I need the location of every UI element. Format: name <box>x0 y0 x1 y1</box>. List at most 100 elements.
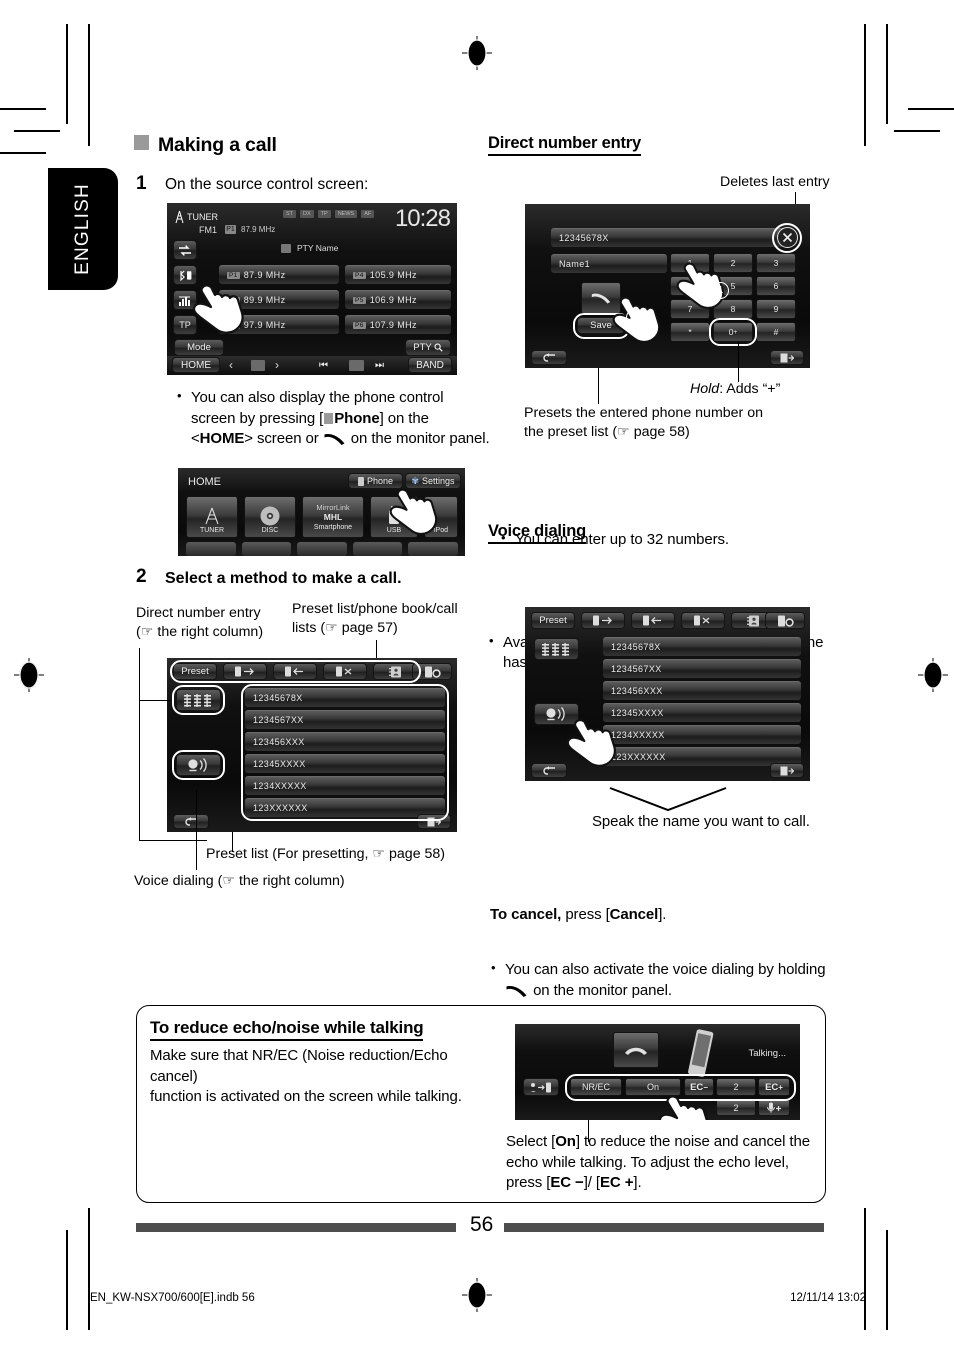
next-arrow-icon[interactable]: › <box>275 358 279 372</box>
pty-name: PTY Name <box>297 243 339 253</box>
preset-tab[interactable]: Preset <box>531 612 575 629</box>
list-item[interactable]: 12345678X <box>603 637 801 656</box>
list-item[interactable]: 1234XXXXX <box>245 776 445 795</box>
phone-control-screen[interactable]: Preset 12345678X 1234567XX 123456XXX 123… <box>167 658 457 832</box>
dialed-calls-tab[interactable] <box>581 612 625 629</box>
usb-icon <box>389 506 399 524</box>
band-button[interactable]: BAND <box>408 357 452 373</box>
received-calls-tab[interactable] <box>631 612 675 629</box>
save-button[interactable]: Save <box>577 317 625 334</box>
source-tuner[interactable]: TUNER <box>186 496 238 538</box>
mic-plus-button[interactable] <box>758 1099 790 1116</box>
back-button[interactable] <box>531 350 567 365</box>
voice-dialing-screen[interactable]: Preset 12345678X 1234567XX 123456XXX 123… <box>525 607 810 781</box>
preset-1[interactable]: P1 87.9 MHz <box>219 265 339 284</box>
phone-settings-button[interactable] <box>412 663 452 680</box>
list-item[interactable]: 1234567XX <box>245 710 445 729</box>
home-settings-button[interactable]: ✾ Settings <box>405 473 461 489</box>
source-usb[interactable]: USB <box>370 496 418 538</box>
source-smartphone[interactable]: MirrorLink MHL Smartphone <box>302 496 364 538</box>
play-mode-icon[interactable] <box>349 360 364 371</box>
note-phone-label: Phone <box>334 409 380 427</box>
list-item[interactable]: 12345XXXX <box>603 703 801 722</box>
ec-minus-button[interactable]: EC − <box>684 1078 714 1096</box>
nrec-on-button[interactable]: On <box>625 1078 681 1096</box>
back-button[interactable] <box>173 814 209 829</box>
voice-dialing-button[interactable] <box>534 703 579 725</box>
key-9[interactable]: 9 <box>756 299 796 319</box>
call-button[interactable] <box>581 282 621 314</box>
exit-button[interactable] <box>770 350 804 365</box>
source-disc[interactable]: DISC <box>244 496 296 538</box>
preset-tab[interactable]: Preset <box>173 663 217 680</box>
tip-text: Make sure that NR/EC (Noise reduction/Ec… <box>150 1047 462 1106</box>
exit-button[interactable] <box>417 814 451 829</box>
preset-2[interactable]: P2 89.9 MHz <box>219 290 339 309</box>
key-zero[interactable]: 0 + <box>713 322 753 342</box>
pty-search-button[interactable]: PTY <box>405 339 451 356</box>
back-button[interactable] <box>531 763 567 778</box>
received-calls-tab[interactable] <box>273 663 317 680</box>
key-7[interactable]: 7 <box>670 299 710 319</box>
list-item[interactable]: 123456XXX <box>245 732 445 751</box>
preset-5[interactable]: P5 106.9 MHz <box>345 290 451 309</box>
mode-button[interactable]: Mode <box>174 339 224 356</box>
step-1-text: On the source control screen: <box>165 176 369 193</box>
direct-number-entry-button[interactable] <box>176 689 221 711</box>
bluetooth-phone-icon[interactable] <box>173 265 197 285</box>
home-phone-button[interactable]: Phone <box>348 473 403 489</box>
exit-icon <box>427 817 441 826</box>
talking-screen[interactable]: Talking... NR/EC On EC − 2 EC + 2 <box>515 1024 800 1120</box>
list-item[interactable]: 1234XXXXX <box>603 725 801 744</box>
caption-presets-number: Presets the entered phone number on the … <box>524 405 763 440</box>
key-1[interactable]: 1 <box>670 253 710 273</box>
list-item[interactable]: 123XXXXXX <box>245 798 445 817</box>
key-star[interactable]: * <box>670 322 710 342</box>
skip-forward-icon[interactable]: ⏭ <box>375 360 384 371</box>
mirrorlink-label: MirrorLink <box>316 503 350 512</box>
transfer-call-button[interactable] <box>523 1078 559 1096</box>
key-6[interactable]: 6 <box>756 276 796 296</box>
home-button[interactable]: HOME <box>172 357 220 373</box>
list-icon[interactable] <box>251 360 265 371</box>
mic-value: 2 <box>716 1099 756 1116</box>
footer-timestamp: 12/11/14 13:02 <box>790 1292 866 1304</box>
key-2[interactable]: 2 <box>713 253 753 273</box>
source-switch-icon[interactable] <box>173 240 197 260</box>
dialed-calls-tab[interactable] <box>223 663 267 680</box>
ec-plus-button[interactable]: EC + <box>758 1078 790 1096</box>
source-ipod[interactable]: iPod <box>424 496 458 538</box>
tuner-source-screen[interactable]: TUNER FM1 P1 87.9 MHz 10:28 ST DX TP NEW… <box>167 203 457 375</box>
tp-button[interactable]: TP <box>173 315 197 335</box>
key-3[interactable]: 3 <box>756 253 796 273</box>
list-item[interactable]: 12345678X <box>245 688 445 707</box>
direct-number-entry-screen[interactable]: 12345678X Name1 Save 1 2 3 4 5 6 7 8 9 *… <box>525 204 810 368</box>
missed-calls-tab[interactable] <box>323 663 367 680</box>
key-4[interactable]: 4 <box>670 276 710 296</box>
phone-settings-button[interactable] <box>765 612 805 629</box>
list-item[interactable]: 12345XXXX <box>245 754 445 773</box>
direct-number-entry-button[interactable] <box>534 638 579 660</box>
exit-button[interactable] <box>770 763 804 778</box>
end-call-button[interactable] <box>613 1032 659 1068</box>
name-field[interactable]: Name1 <box>551 254 667 273</box>
phonebook-tab[interactable] <box>373 663 417 680</box>
number-field[interactable]: 12345678X <box>551 228 786 247</box>
equalizer-icon[interactable] <box>173 290 197 310</box>
skip-back-icon[interactable]: ⏮ <box>319 360 328 371</box>
crop-mark <box>14 130 60 132</box>
clear-button[interactable] <box>777 227 798 248</box>
missed-calls-tab[interactable] <box>681 612 725 629</box>
home-screen[interactable]: HOME Phone ✾ Settings TUNER DISC MirrorL… <box>178 468 465 556</box>
list-item[interactable]: 123456XXX <box>603 681 801 700</box>
preset-4[interactable]: P4 105.9 MHz <box>345 265 451 284</box>
list-item[interactable]: 1234567XX <box>603 659 801 678</box>
prev-arrow-icon[interactable]: ‹ <box>229 358 233 372</box>
phone-icon <box>357 476 364 486</box>
key-hash[interactable]: # <box>756 322 796 342</box>
phone-settings-icon <box>777 615 794 627</box>
voice-dialing-button[interactable] <box>176 754 221 776</box>
preset-3[interactable]: P3 97.9 MHz <box>219 315 339 334</box>
key-8[interactable]: 8 <box>713 299 753 319</box>
preset-6[interactable]: P6 107.9 MHz <box>345 315 451 334</box>
